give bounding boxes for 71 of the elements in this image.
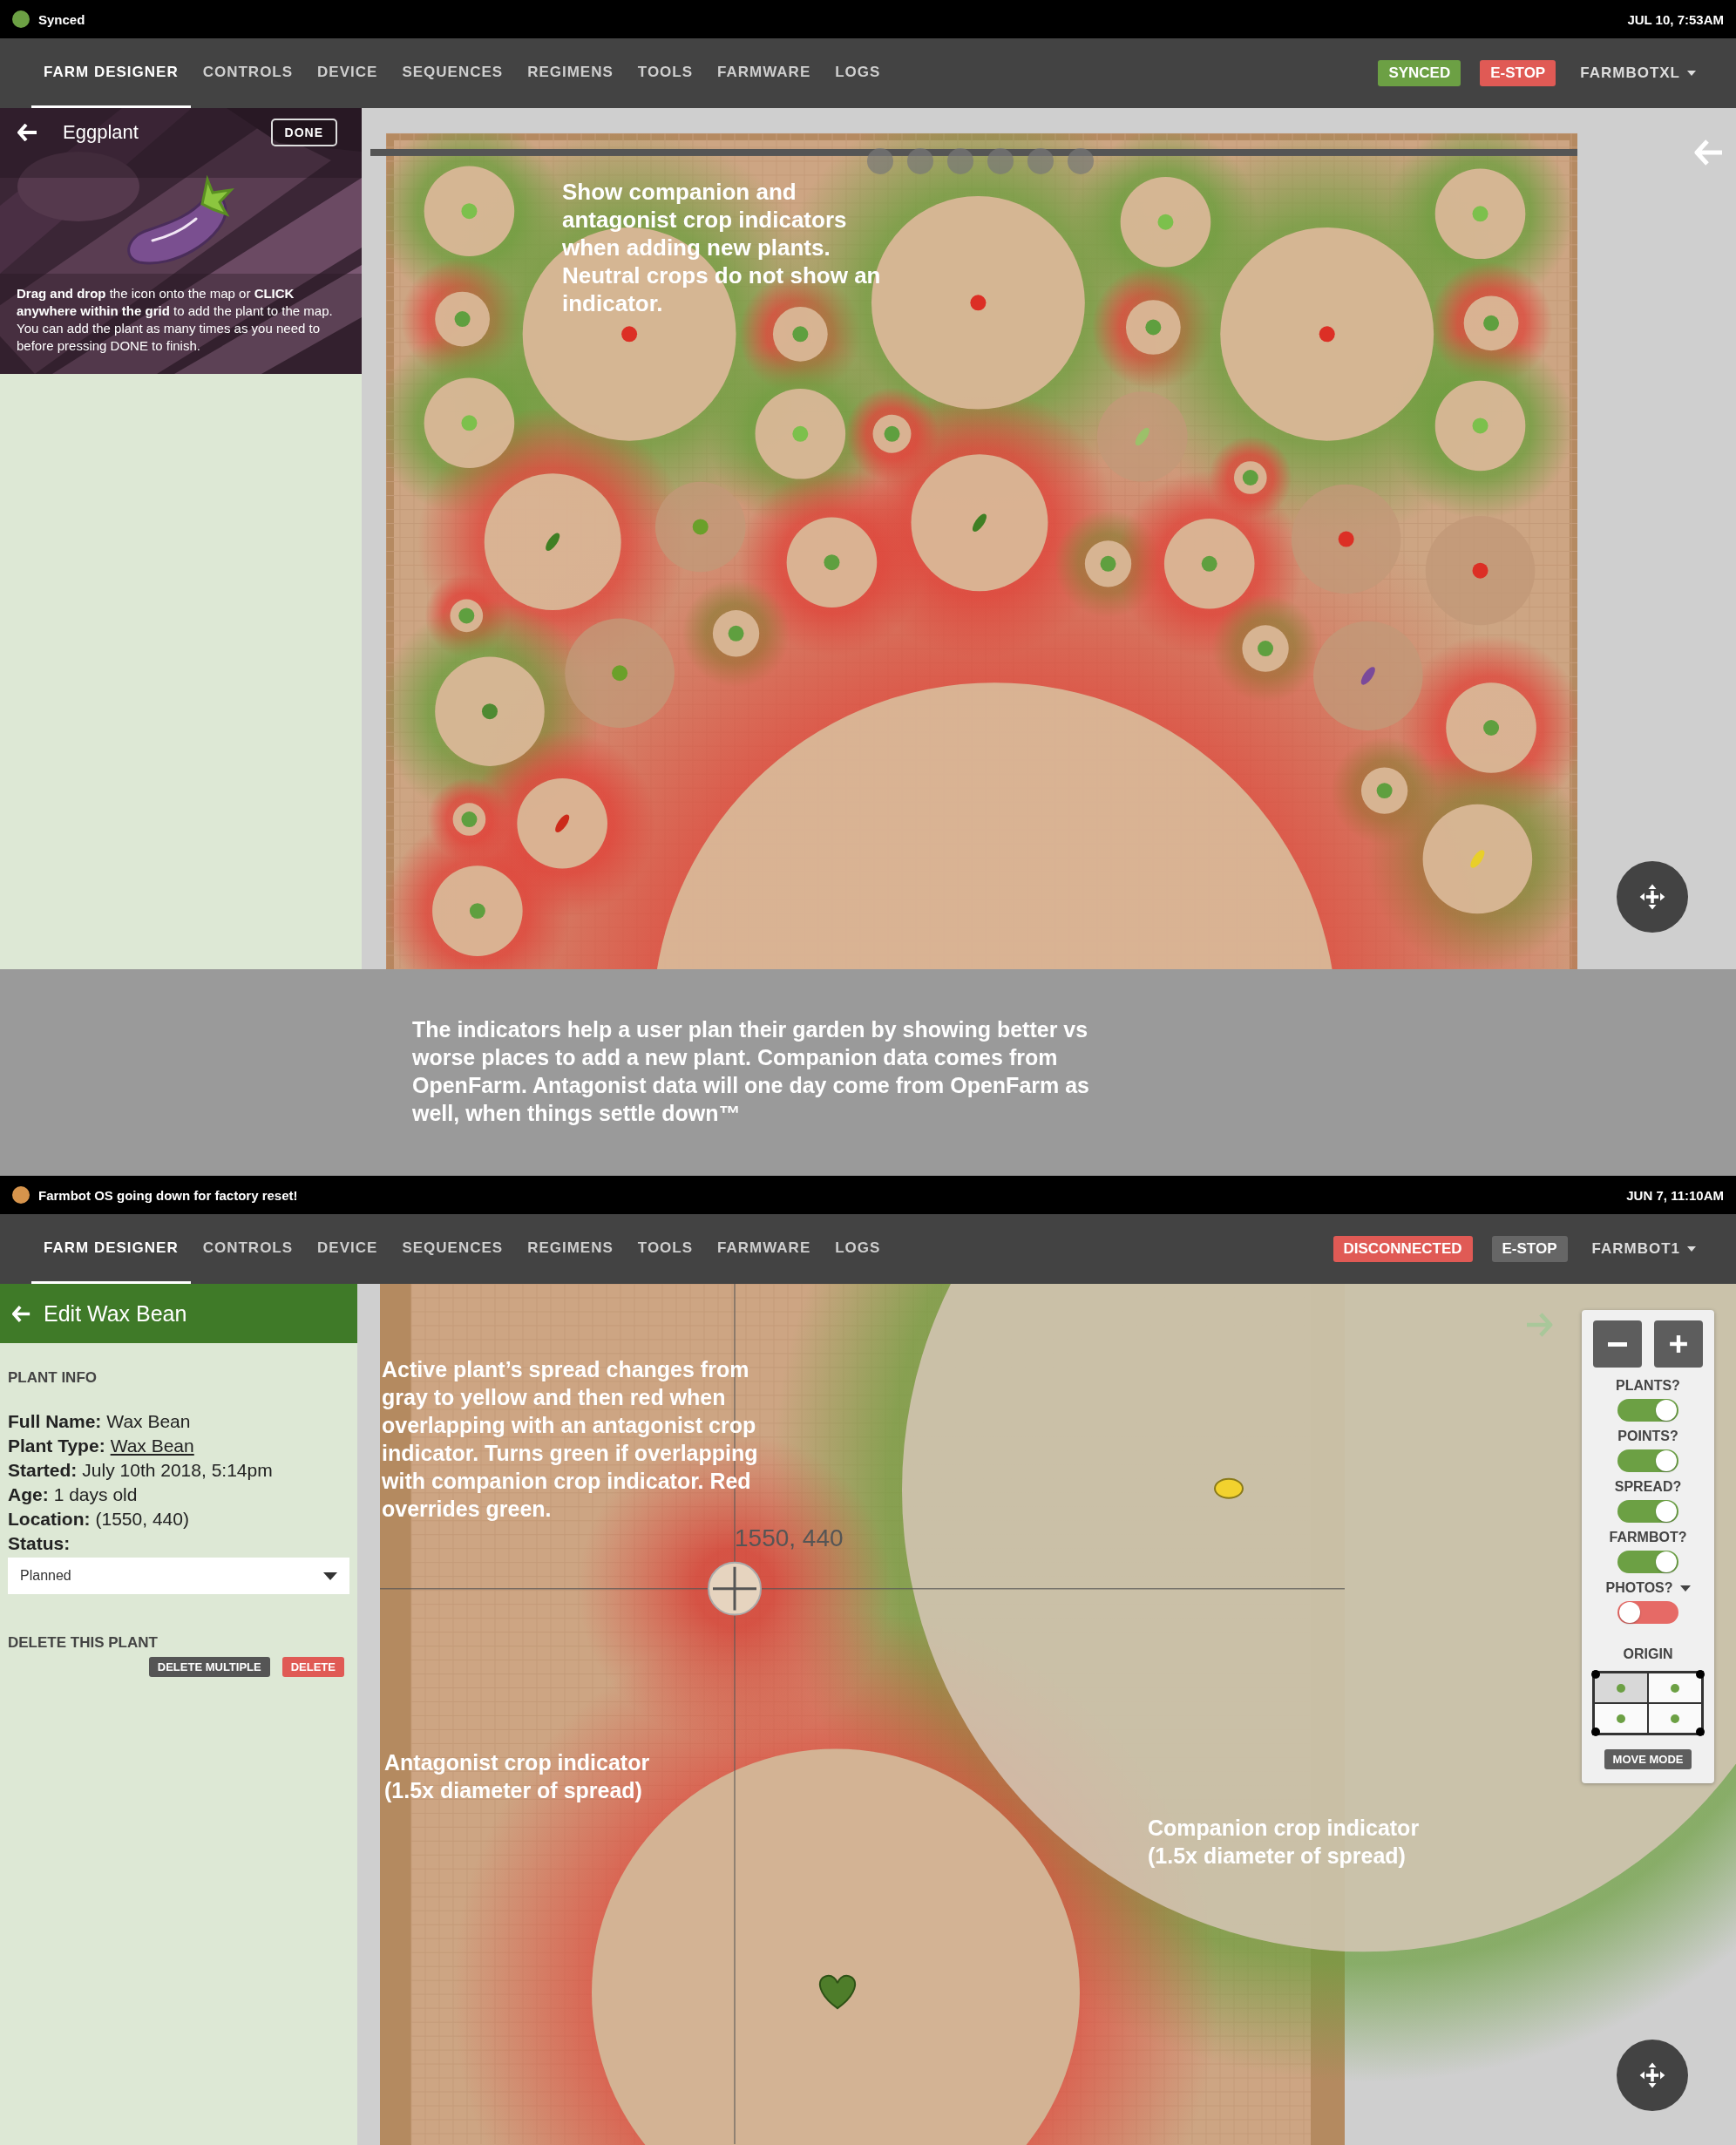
nav-tab[interactable]: LOGS [823,1214,893,1284]
account-menu[interactable]: FARMBOT1 [1586,1239,1701,1259]
field-label: Plant Type: [8,1435,105,1457]
back-arrow-icon[interactable] [17,124,38,141]
layer-label: PHOTOS? [1605,1580,1673,1596]
nav-tab[interactable]: TOOLS [625,38,706,108]
annotation-text: Active plant’s spread changes from gray to yellow and then red when overlapping with an antagonist crop indicator. Turns green if overlapping with companion crop indicator. Red overrides green. [382,1356,759,1523]
field-label: Full Name: [8,1410,102,1433]
layer-label: POINTS? [1617,1429,1678,1444]
section-heading: PLANT INFO [8,1369,98,1387]
nav-tab[interactable]: SEQUENCES [390,38,516,108]
status-message: Farmbot OS going down for factory reset! [38,1187,298,1203]
layer-label: PLANTS? [1616,1378,1680,1394]
section-heading: DELETE THIS PLANT [8,1634,159,1652]
sync-status-badge[interactable]: DISCONNECTED [1333,1236,1473,1262]
nav-tab[interactable]: LOGS [823,38,893,108]
field-label: Status: [8,1532,71,1555]
status-dropdown[interactable]: Planned [8,1558,349,1594]
annotation-text: Show companion and antagonist crop indicators when adding new plants. Neutral crops do not show an indicator. [562,178,882,317]
layer-toggle[interactable] [1617,1500,1678,1523]
field-label: Location: [8,1508,91,1531]
nav-tab[interactable]: SEQUENCES [390,1214,516,1284]
status-message: Synced [38,11,85,27]
annotation-text: Companion crop indicator (1.5x diameter of spread) [1148,1815,1421,1870]
caret-icon [1687,1246,1696,1252]
e-stop-button[interactable]: E-STOP [1480,60,1556,86]
origin-label: ORIGIN [1623,1646,1673,1662]
field-value: July 10th 2018, 5:14pm [82,1459,273,1482]
coordinate-label: 1550, 440 [735,1524,844,1552]
plus-icon [1669,1334,1688,1354]
status-time: JUL 10, 7:53AM [1627,11,1724,27]
delete-button[interactable]: DELETE [281,1657,344,1677]
instructions: Drag and drop the icon onto the map or CLICK anywhere within the grid to add the plant to the map. You can add the plant as many times as you need to before pressing DONE to finish. [17,285,334,355]
nav-tab[interactable]: REGIMENS [515,1214,626,1284]
zoom-in-button[interactable] [1654,1320,1703,1368]
nav-tab[interactable]: TOOLS [625,1214,706,1284]
nav-tab[interactable]: DEVICE [305,38,390,108]
plant-type-link[interactable]: Wax Bean [110,1434,194,1458]
annotation-text: Antagonist crop indicator (1.5x diameter of spread) [384,1749,651,1804]
plant-title: Eggplant [63,121,139,144]
nav-tab[interactable]: FARMWARE [705,1214,824,1284]
nav-tab[interactable]: CONTROLS [190,38,306,108]
field-value: 1 days old [53,1483,138,1506]
done-button[interactable]: DONE [270,119,337,146]
nav-tab[interactable]: REGIMENS [515,38,626,108]
caret-icon [1687,71,1696,76]
field-label: Started: [8,1459,78,1482]
field-value: Wax Bean [106,1410,191,1433]
layer-label: FARMBOT? [1609,1530,1687,1545]
field-value: (1550, 440) [95,1508,189,1531]
caption-text: The indicators help a user plan their garden by showing better vs worse places to add a new plant. Companion data comes from OpenFarm. Antagonist data will one day come from OpenFarm as well, when things settle down™ [411,1016,1090,1127]
delete-multiple-button[interactable]: DELETE MULTIPLE [148,1657,270,1677]
caret-icon [323,1571,337,1580]
layer-toggle[interactable] [1617,1449,1678,1472]
lemon-icon[interactable] [1214,1477,1244,1499]
nav-tab[interactable]: FARMWARE [705,38,824,108]
layer-label: SPREAD? [1614,1479,1682,1495]
account-menu[interactable]: FARMBOTXL [1575,64,1701,83]
zoom-out-button[interactable] [1593,1320,1642,1368]
layer-toggle[interactable] [1617,1601,1678,1624]
caret-icon[interactable] [1679,1585,1691,1592]
nav-tab[interactable]: DEVICE [305,1214,390,1284]
move-mode-button[interactable]: MOVE MODE [1604,1749,1692,1769]
panel-title: Edit Wax Bean [44,1300,187,1327]
plant-icon[interactable] [818,1974,857,2010]
minus-icon [1608,1341,1627,1347]
status-time: JUN 7, 11:10AM [1626,1187,1724,1203]
field-label: Age: [8,1483,49,1506]
nav-tab[interactable]: CONTROLS [190,1214,306,1284]
layer-toggle[interactable] [1617,1399,1678,1422]
layer-toggle[interactable] [1617,1551,1678,1573]
